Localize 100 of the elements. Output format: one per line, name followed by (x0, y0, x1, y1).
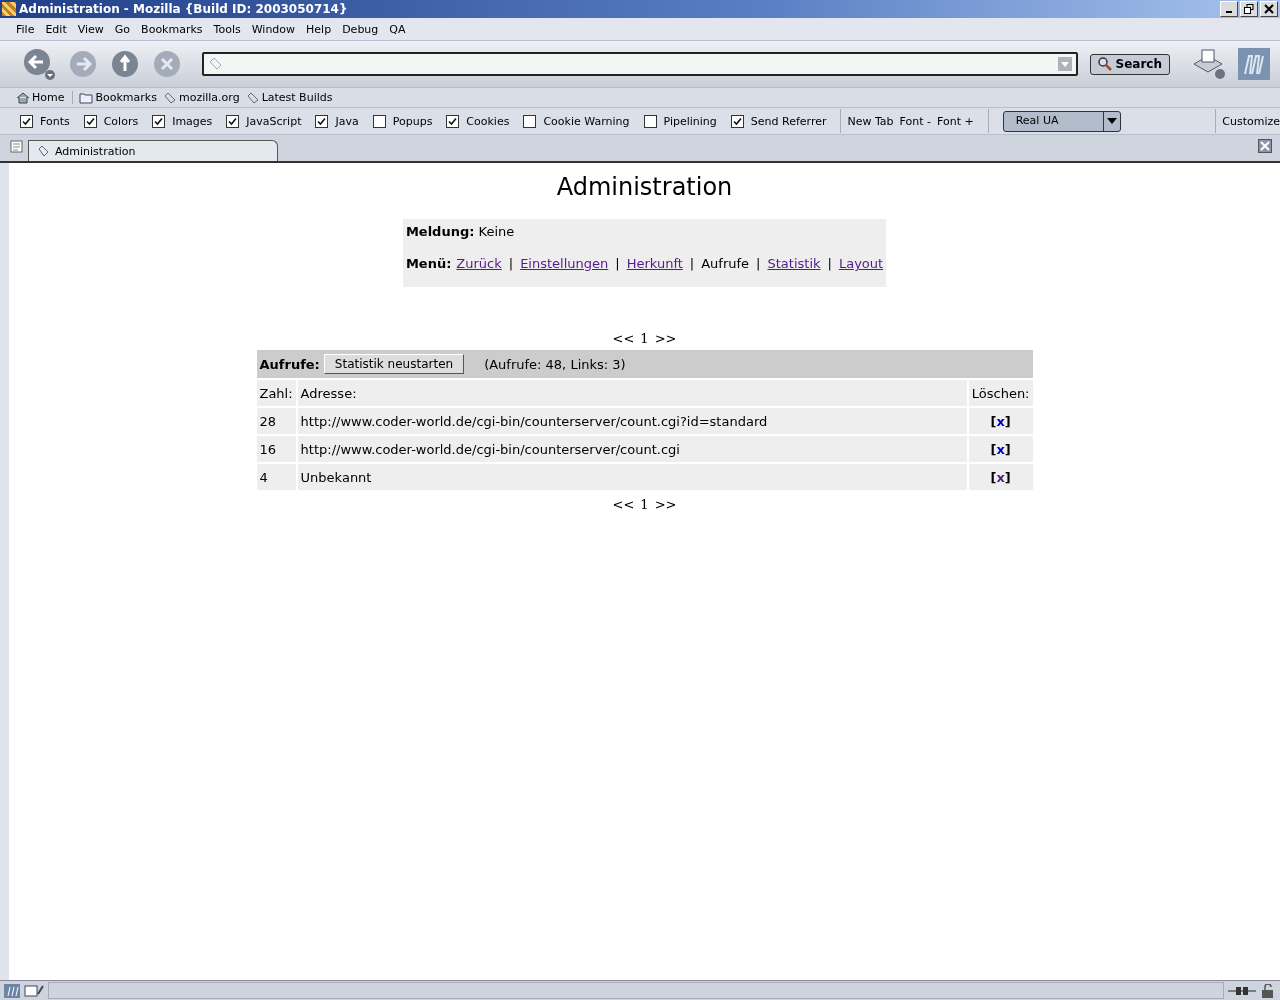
checkbox-icon[interactable] (226, 114, 240, 128)
bookmark-item[interactable]: Bookmarks (79, 91, 157, 104)
pref-checkbox[interactable]: Fonts (20, 114, 70, 128)
close-tab-icon[interactable] (1258, 139, 1272, 156)
menu-link[interactable]: Statistik (767, 256, 821, 271)
table-title: Aufrufe: (259, 356, 320, 372)
menu-separator: | (615, 256, 620, 271)
menu-item[interactable]: Window (251, 22, 296, 36)
tag-icon (37, 145, 49, 157)
lock-icon (1260, 983, 1276, 998)
bookmark-item[interactable]: Latest Builds (245, 91, 333, 104)
menu-link[interactable]: Herkunft (626, 256, 683, 271)
pref-checkbox[interactable]: Cookies (446, 114, 510, 128)
search-button[interactable]: Search (1089, 53, 1170, 75)
column-header: Adresse: (296, 379, 968, 407)
table-cell: http://www.coder-world.de/cgi-bin/counterserver/count.cgi?id=standard (296, 407, 968, 435)
reload-icon[interactable] (110, 49, 140, 79)
checkbox-icon[interactable] (315, 114, 329, 128)
toolbar-button[interactable]: Font - (899, 114, 931, 128)
message-text: Keine (478, 224, 515, 239)
pref-checkbox[interactable]: Send Referrer (730, 114, 827, 128)
restore-icon (1244, 4, 1254, 14)
pager-link[interactable]: << (612, 331, 635, 346)
pref-checkbox[interactable]: Cookie Warning (523, 114, 630, 128)
tag-icon (245, 91, 260, 104)
close-icon (1264, 4, 1274, 14)
summary-text: (Aufrufe: 48, Links: 3) (484, 356, 626, 372)
checkbox-icon[interactable] (83, 114, 97, 128)
pref-checkbox[interactable]: Images (152, 114, 213, 128)
back-icon[interactable] (22, 47, 56, 81)
toolbar-button[interactable]: Font + (937, 114, 974, 128)
table-cell: Unbekannt (296, 463, 968, 491)
menu-item[interactable]: Go (114, 22, 131, 36)
pref-checkbox[interactable]: Java (315, 114, 359, 128)
minimize-icon (1226, 11, 1232, 13)
pref-checkbox[interactable]: Popups (372, 114, 433, 128)
menu-link[interactable]: Zurück (456, 256, 502, 271)
menu-link[interactable]: Layout (838, 256, 884, 271)
bookmark-item[interactable]: Home (16, 91, 74, 104)
browser-tab[interactable]: Administration (28, 140, 278, 161)
search-icon (1097, 57, 1112, 71)
menu-item[interactable]: Help (306, 22, 332, 36)
pref-checkbox[interactable]: Colors (83, 114, 139, 128)
user-agent-select[interactable]: Real UA (1002, 110, 1121, 132)
table-cell: 28 (255, 407, 297, 435)
window-title: Administration - Mozilla {Build ID: 2003050714} (19, 2, 349, 16)
pager-link[interactable]: 1 (640, 331, 649, 346)
menu-link[interactable]: Einstellungen (520, 256, 609, 271)
table-cell: 4 (255, 463, 297, 491)
pager-link[interactable]: >> (654, 497, 677, 512)
pref-checkbox[interactable]: JavaScript (226, 114, 302, 128)
checkbox-icon[interactable] (372, 114, 386, 128)
menu-separator: | (827, 256, 832, 271)
close-button[interactable] (1260, 1, 1278, 17)
toolbar-button[interactable]: New Tab (847, 114, 894, 128)
checkbox-icon[interactable] (730, 114, 744, 128)
connection-icon (1228, 984, 1256, 997)
restore-button[interactable] (1240, 1, 1258, 17)
house-icon (16, 91, 30, 104)
table-cell: http://www.coder-world.de/cgi-bin/counterserver/count.cgi (296, 435, 968, 463)
url-field[interactable] (202, 52, 1078, 76)
menu-item[interactable]: File (16, 22, 35, 36)
current-page-label: Aufrufe (701, 256, 750, 271)
logo-icon (1238, 48, 1270, 80)
delete-link[interactable]: [x] (990, 469, 1011, 485)
checkbox-icon[interactable] (20, 114, 33, 128)
new-tab-icon[interactable] (10, 139, 24, 156)
customize-button[interactable]: Customize (1222, 114, 1280, 128)
menu-item[interactable]: QA (389, 22, 406, 36)
menu-separator: | (756, 256, 761, 271)
message-label: Meldung: (405, 224, 475, 239)
pager-link[interactable]: 1 (640, 497, 649, 512)
checkbox-icon[interactable] (523, 114, 537, 128)
delete-link[interactable]: [x] (990, 441, 1011, 457)
pref-checkbox[interactable]: Pipelining (643, 114, 717, 128)
minimize-button[interactable] (1220, 1, 1238, 17)
table-cell: 16 (255, 435, 297, 463)
menu-item[interactable]: Tools (213, 22, 241, 36)
bookmark-item[interactable]: mozilla.org (162, 91, 240, 104)
menu-item[interactable]: Bookmarks (141, 22, 203, 36)
column-header: Zahl: (255, 379, 297, 407)
menu-label: Menü: (405, 256, 452, 271)
menu-item[interactable]: View (77, 22, 104, 36)
tag-icon (162, 91, 177, 104)
menu-item[interactable]: Edit (45, 22, 67, 36)
delete-link[interactable]: [x] (990, 413, 1011, 429)
checkbox-icon[interactable] (152, 114, 166, 128)
checkbox-icon[interactable] (643, 114, 657, 128)
restart-button[interactable]: Statistik neustarten (323, 354, 465, 374)
checkbox-icon[interactable] (446, 114, 460, 128)
caret-icon (1106, 118, 1117, 124)
app-icon (2, 2, 16, 16)
pager-link[interactable]: << (612, 497, 635, 512)
tag-icon (208, 57, 222, 71)
menu-separator: | (508, 256, 514, 271)
menu-separator: | (689, 256, 695, 271)
logo-icon[interactable] (4, 983, 20, 998)
menu-item[interactable]: Debug (342, 22, 379, 36)
composer-icon[interactable] (24, 983, 44, 998)
pager-link[interactable]: >> (654, 331, 677, 346)
